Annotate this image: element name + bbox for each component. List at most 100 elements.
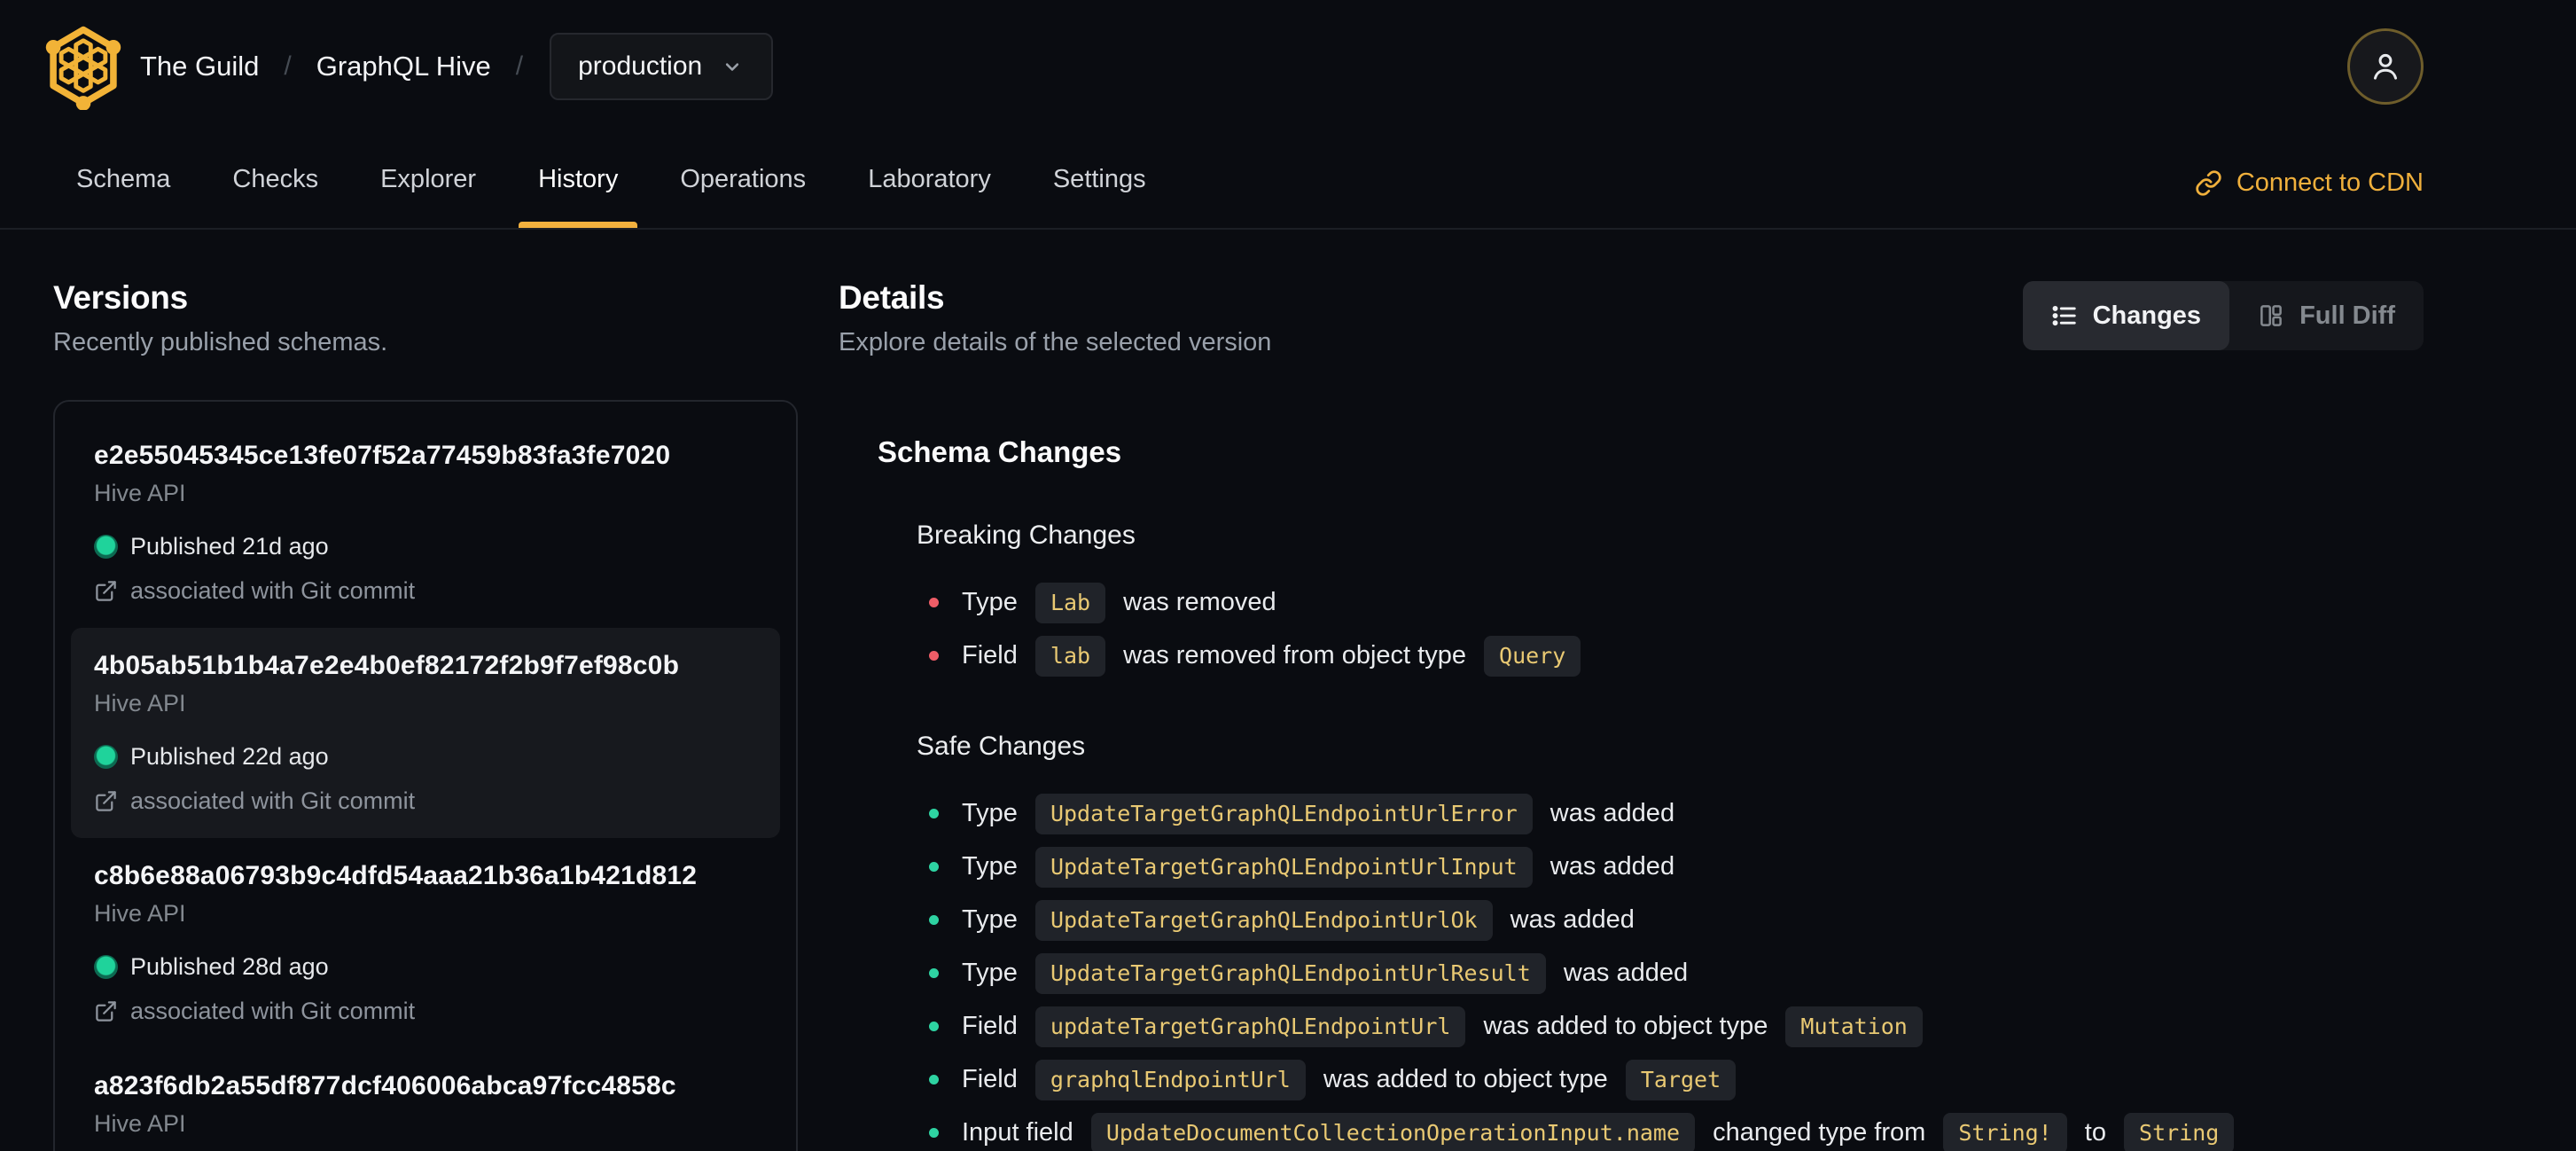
target-selector[interactable]: production [550, 33, 774, 100]
versions-subtitle: Recently published schemas. [53, 328, 388, 356]
versions-list[interactable]: e2e55045345ce13fe07f52a77459b83fa3fe7020… [53, 400, 798, 1151]
change-text: Type UpdateTargetGraphQLEndpointUrlOk wa… [962, 895, 1635, 944]
change-item: Field graphqlEndpointUrl was added to ob… [917, 1054, 2424, 1104]
user-menu-button[interactable] [2347, 28, 2424, 105]
tab-history[interactable]: History [515, 165, 641, 228]
change-item: Type UpdateTargetGraphQLEndpointUrlError… [917, 788, 2424, 838]
version-hash: a823f6db2a55df877dcf406006abca97fcc4858c [94, 1071, 676, 1100]
code-badge: UpdateTargetGraphQLEndpointUrlError [1034, 794, 1533, 835]
versions-title: Versions [53, 279, 188, 316]
git-commit-link[interactable]: associated with Git commit [94, 577, 757, 605]
tab-schema[interactable]: Schema [53, 165, 193, 228]
top-bar: The Guild / GraphQL Hive / production [0, 0, 2576, 133]
change-text: Field updateTargetGraphQLEndpointUrl was… [962, 1001, 1933, 1051]
published-dot-icon [94, 535, 118, 559]
bullet-icon [929, 1021, 939, 1031]
hive-logo-icon[interactable] [43, 23, 124, 110]
published-label: Published 22d ago [130, 743, 329, 770]
full-diff-view-label: Full Diff [2299, 301, 2395, 330]
bullet-icon [929, 967, 939, 978]
version-card[interactable]: c8b6e88a06793b9c4dfd54aaa21b36a1b421d812… [71, 838, 780, 1048]
tab-bar-row: Schema Checks Explorer History Operations Lab… [0, 133, 2576, 230]
tab-operations[interactable]: Operations [657, 165, 829, 228]
git-commit-link[interactable]: associated with Git commit [94, 787, 757, 815]
breadcrumb-separator: / [284, 51, 292, 81]
external-link-icon [96, 1001, 116, 1022]
change-item: Input field UpdateDocumentCollectionOper… [917, 1108, 2424, 1151]
details-subtitle: Explore details of the selected version [839, 328, 1272, 356]
version-status: Published 22d ago [94, 743, 757, 771]
details-column: Details Explore details of the selected … [839, 279, 2424, 1151]
breadcrumb-project[interactable]: GraphQL Hive [316, 51, 491, 82]
version-service: Hive API [94, 690, 186, 716]
code-badge: updateTargetGraphQLEndpointUrl [1034, 1006, 1466, 1048]
tab-settings[interactable]: Settings [1030, 165, 1169, 228]
bullet-icon [929, 597, 939, 607]
split-columns-icon [2260, 305, 2282, 326]
code-badge: lab [1034, 636, 1106, 677]
chevron-down-icon [726, 63, 739, 71]
change-group-title: Breaking Changes [917, 521, 1136, 550]
bullet-icon [929, 650, 939, 661]
change-group-breaking: Breaking Changes Type Lab was removed Fiel… [917, 521, 2424, 680]
change-text: Field graphqlEndpointUrl was added to ob… [962, 1054, 1746, 1104]
change-text: Input field UpdateDocumentCollectionOper… [962, 1108, 2244, 1151]
code-badge: UpdateTargetGraphQLEndpointUrlResult [1034, 953, 1546, 995]
code-badge: graphqlEndpointUrl [1034, 1060, 1306, 1101]
header: The Guild / GraphQL Hive / production Sc… [0, 0, 2576, 230]
bullet-icon [929, 914, 939, 925]
git-commit-label: associated with Git commit [130, 787, 416, 814]
version-card[interactable]: e2e55045345ce13fe07f52a77459b83fa3fe7020… [71, 418, 780, 628]
change-group-title: Safe Changes [917, 732, 1086, 761]
list-icon [2052, 305, 2076, 326]
versions-column: Versions Recently published schemas. e2e… [53, 279, 798, 1151]
git-commit-label: associated with Git commit [130, 577, 416, 604]
version-status: Published 28d ago [94, 953, 757, 981]
bullet-icon [929, 808, 939, 818]
version-service: Hive API [94, 900, 186, 927]
change-groups: Breaking Changes Type Lab was removed Fiel… [878, 521, 2424, 1151]
change-item: Type UpdateTargetGraphQLEndpointUrlOk wa… [917, 895, 2424, 944]
tab-explorer[interactable]: Explorer [357, 165, 499, 228]
change-text: Type UpdateTargetGraphQLEndpointUrlInput… [962, 842, 1674, 891]
tab-checks[interactable]: Checks [209, 165, 341, 228]
code-badge: Mutation [1785, 1006, 1923, 1048]
external-link-icon [96, 791, 116, 811]
code-badge: Target [1625, 1060, 1737, 1101]
full-diff-view-button[interactable]: Full Diff [2229, 281, 2424, 350]
schema-changes-section: Schema Changes Breaking Changes Type Lab … [878, 435, 2424, 1151]
details-titles: Details Explore details of the selected … [839, 279, 1271, 357]
change-group-safe: Safe Changes Type UpdateTargetGraphQLEndp… [917, 732, 2424, 1151]
code-badge: UpdateTargetGraphQLEndpointUrlOk [1034, 900, 1493, 942]
bullet-icon [929, 1127, 939, 1138]
change-item: Field lab was removed from object type Q… [917, 630, 2424, 680]
main-content: Versions Recently published schemas. e2e… [0, 230, 2576, 1151]
breadcrumb-org[interactable]: The Guild [140, 51, 259, 82]
git-commit-label: associated with Git commit [130, 998, 416, 1024]
version-service: Hive API [94, 1110, 186, 1137]
change-text: Field lab was removed from object type Q… [962, 630, 1591, 680]
tab-laboratory[interactable]: Laboratory [845, 165, 1014, 228]
code-badge: String [2124, 1113, 2235, 1151]
version-hash: e2e55045345ce13fe07f52a77459b83fa3fe7020 [94, 441, 671, 470]
change-item: Type UpdateTargetGraphQLEndpointUrlInput… [917, 842, 2424, 891]
version-card[interactable]: a823f6db2a55df877dcf406006abca97fcc4858c… [71, 1048, 780, 1151]
change-text: Type UpdateTargetGraphQLEndpointUrlResul… [962, 948, 1688, 998]
code-badge: UpdateTargetGraphQLEndpointUrlInput [1034, 847, 1533, 889]
git-commit-link[interactable]: associated with Git commit [94, 998, 757, 1025]
changes-view-button[interactable]: Changes [2022, 281, 2230, 350]
code-badge: UpdateDocumentCollectionOperationInput.n… [1090, 1113, 1696, 1151]
change-item: Type UpdateTargetGraphQLEndpointUrlResul… [917, 948, 2424, 998]
change-list: Type UpdateTargetGraphQLEndpointUrlError… [917, 788, 2424, 1151]
connect-to-cdn-button[interactable]: Connect to CDN [2195, 168, 2424, 228]
version-card[interactable]: 4b05ab51b1b4a7e2e4b0ef82172f2b9f7ef98c0b… [71, 628, 780, 838]
external-link-icon [96, 581, 116, 601]
link-icon [2196, 170, 2221, 196]
version-hash: c8b6e88a06793b9c4dfd54aaa21b36a1b421d812 [94, 861, 698, 890]
target-selector-value: production [578, 51, 703, 81]
view-toggle: Changes Full Diff [2022, 281, 2424, 350]
version-service: Hive API [94, 480, 186, 506]
bullet-icon [929, 861, 939, 872]
published-dot-icon [94, 745, 118, 769]
bullet-icon [929, 1074, 939, 1084]
